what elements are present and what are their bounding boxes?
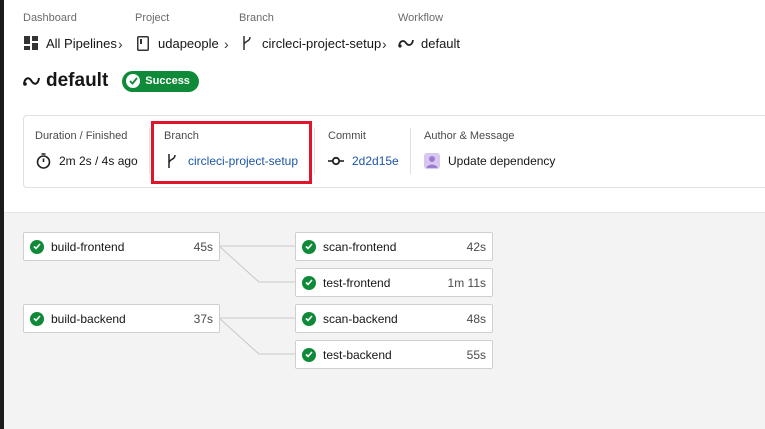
job-name: scan-backend [323, 311, 398, 326]
chevron-right-icon: › [224, 36, 229, 52]
job-build-backend[interactable]: build-backend 37s [23, 304, 220, 333]
status-label: Success [145, 75, 190, 87]
page-title: default [46, 70, 109, 91]
check-circle-icon [30, 239, 44, 254]
divider [410, 128, 411, 174]
job-name: build-frontend [51, 239, 125, 254]
breadcrumb-branch: Branch circleci-project-setup [239, 12, 381, 51]
job-test-backend[interactable]: test-backend 55s [295, 340, 493, 369]
workflow-summary: Duration / Finished 2m 2s / 4s ago Branc… [23, 115, 765, 188]
job-duration: 55s [466, 347, 486, 362]
summary-label: Duration / Finished [35, 130, 128, 142]
breadcrumb-value: default [421, 35, 461, 51]
page-header: default Success [23, 70, 199, 92]
job-test-frontend[interactable]: test-frontend 1m 11s [295, 268, 493, 297]
breadcrumb-label: Dashboard [23, 12, 77, 24]
job-duration: 45s [193, 239, 213, 254]
chevron-right-icon: › [118, 36, 123, 52]
job-name: test-frontend [323, 275, 391, 290]
summary-label: Author & Message [424, 130, 515, 142]
job-duration: 48s [466, 311, 486, 326]
job-name: build-backend [51, 311, 126, 326]
job-name: scan-frontend [323, 239, 397, 254]
duration-value: 2m 2s / 4s ago [59, 154, 138, 168]
workflow-icon [23, 77, 40, 86]
breadcrumb-workflow: Workflow default [398, 12, 460, 51]
summary-value: 2m 2s / 4s ago [35, 153, 138, 169]
job-scan-frontend[interactable]: scan-frontend 42s [295, 232, 493, 261]
check-circle-icon [302, 275, 316, 290]
status-badge: Success [122, 70, 199, 92]
divider [314, 128, 315, 174]
breadcrumb-label: Branch [239, 12, 274, 24]
breadcrumb-label: Workflow [398, 12, 444, 24]
job-scan-backend[interactable]: scan-backend 48s [295, 304, 493, 333]
breadcrumb-link-branch[interactable]: circleci-project-setup [239, 35, 381, 51]
check-circle-icon [302, 347, 316, 362]
breadcrumb-label: Project [135, 12, 170, 24]
breadcrumb-dashboard: Dashboard All Pipelines [23, 12, 117, 51]
project-icon [135, 35, 151, 51]
branch-highlight-box [151, 121, 312, 184]
breadcrumb-value: circleci-project-setup [262, 35, 382, 51]
commit-link[interactable]: 2d2d15e [352, 154, 399, 168]
avatar-icon [424, 153, 440, 169]
check-circle-icon [30, 311, 44, 326]
breadcrumb-link-workflow[interactable]: default [398, 35, 460, 51]
job-duration: 1m 11s [447, 275, 486, 290]
commit-message: Update dependency [448, 154, 556, 168]
stopwatch-icon [35, 153, 51, 169]
breadcrumb-value: All Pipelines [46, 35, 117, 51]
branch-icon [239, 35, 255, 51]
divider [149, 128, 150, 174]
breadcrumb-value: udapeople [158, 35, 219, 51]
workflow-graph: build-frontend 45s scan-frontend 42s tes… [4, 212, 765, 429]
summary-value: Update dependency [424, 153, 555, 169]
job-duration: 42s [466, 239, 486, 254]
job-duration: 37s [193, 311, 213, 326]
breadcrumb-link-project[interactable]: udapeople [135, 35, 219, 51]
breadcrumb-project: Project udapeople [135, 12, 219, 51]
commit-icon [328, 153, 344, 169]
job-build-frontend[interactable]: build-frontend 45s [23, 232, 220, 261]
workflow-icon [398, 35, 414, 51]
summary-label: Commit [328, 130, 366, 142]
dashboard-icon [23, 35, 39, 51]
check-circle-icon [302, 239, 316, 254]
check-circle-icon [302, 311, 316, 326]
check-circle-icon [126, 74, 141, 88]
summary-value: 2d2d15e [328, 153, 399, 169]
breadcrumb-link-all-pipelines[interactable]: All Pipelines [23, 35, 117, 51]
job-name: test-backend [323, 347, 392, 362]
chevron-right-icon: › [382, 36, 387, 52]
